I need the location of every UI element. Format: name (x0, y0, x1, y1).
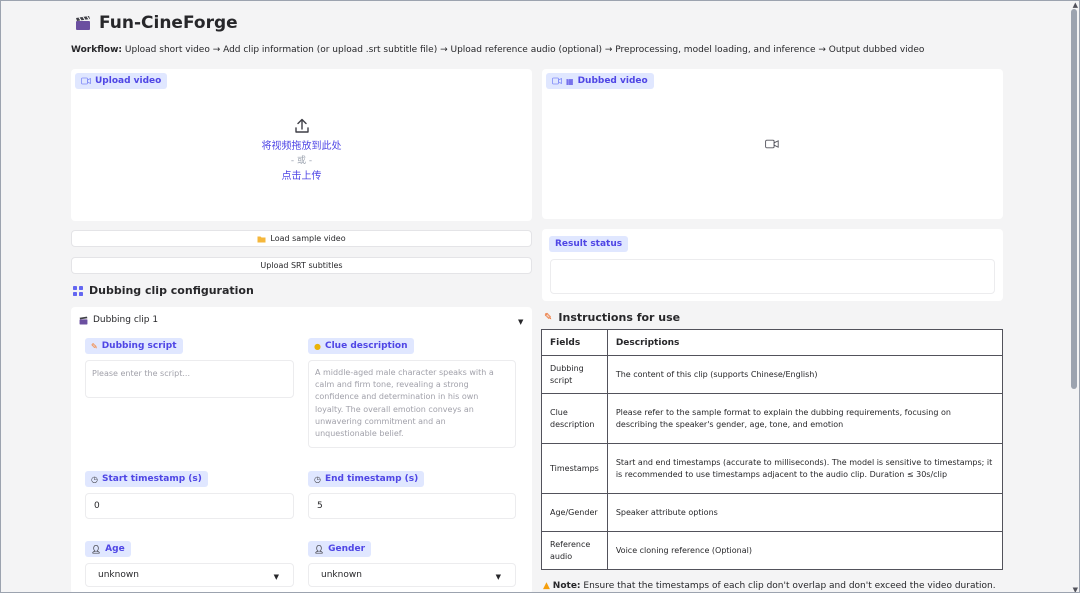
dubbing-clip-panel: Dubbing clip 1 ▼ ✎ Dubbing script Please… (71, 307, 532, 592)
table-row: Reference audio Voice cloning reference … (541, 531, 1004, 570)
film-icon: ▦ (566, 76, 574, 86)
table-row: Dubbing script The content of this clip … (541, 355, 1004, 394)
person-icon: 👤︎ (314, 544, 325, 554)
gender-select[interactable]: unknown ▼ (308, 563, 516, 587)
clapperboard-icon (76, 16, 90, 30)
gender-label: 👤︎ Gender (308, 541, 372, 557)
dubbing-script-input[interactable]: Please enter the script... (85, 360, 294, 398)
caret-down-icon[interactable]: ▼ (518, 318, 523, 326)
video-dropzone[interactable]: 将视频拖放到此处 - 或 - 点击上传 (71, 69, 532, 221)
upload-video-panel[interactable]: Upload video 将视频拖放到此处 - 或 - 点击上传 (71, 69, 532, 221)
table-row: Timestamps Start and end timestamps (acc… (541, 443, 1004, 494)
age-label: 👤︎ Age (85, 541, 131, 557)
memo-icon: ✎ (544, 312, 553, 323)
upload-srt-button[interactable]: Upload SRT subtitles (71, 257, 532, 274)
start-timestamp-label: ◷ Start timestamp (s) (85, 471, 208, 487)
click-upload-link[interactable]: 点击上传 (282, 169, 322, 184)
note-text: ▲ Note: Ensure that the timestamps of ea… (543, 581, 996, 591)
app-window: Fun-CineForge Workflow: Upload short vid… (0, 0, 1080, 593)
result-status-panel: Result status (542, 229, 1003, 301)
start-timestamp-input[interactable]: 0 (85, 493, 294, 519)
age-select[interactable]: unknown ▼ (85, 563, 294, 587)
table-row: Age/Gender Speaker attribute options (541, 493, 1004, 532)
clip-title: Dubbing clip 1 (93, 315, 159, 325)
bulb-icon: ● (314, 341, 321, 351)
folder-icon (257, 236, 266, 242)
instructions-table: Fields Descriptions Dubbing script The c… (541, 329, 1004, 570)
caret-down-icon: ▼ (495, 573, 501, 581)
memo-icon: ✎ (91, 341, 98, 351)
workflow-text: Upload short video → Add clip informatio… (124, 45, 925, 55)
dubbed-video-panel: ▦ Dubbed video (542, 69, 1003, 219)
scroll-down-icon[interactable]: ▼ (1073, 586, 1078, 592)
table-row: Clue description Please refer to the sam… (541, 393, 1004, 444)
end-timestamp-input[interactable]: 5 (308, 493, 516, 519)
page-scrollbar[interactable]: ▲ ▼ (1069, 1, 1079, 592)
drop-text: 将视频拖放到此处 (261, 140, 342, 152)
app-title: Fun-CineForge (75, 13, 238, 33)
scroll-up-icon[interactable]: ▲ (1073, 1, 1078, 9)
instructions-title: ✎ Instructions for use (544, 311, 681, 324)
workflow-label: Workflow: (71, 45, 122, 55)
or-text: - 或 - (290, 155, 313, 166)
dubbing-script-label: ✎ Dubbing script (85, 338, 183, 354)
dubbing-config-title: Dubbing clip configuration (73, 284, 254, 297)
video-camera-icon (765, 139, 779, 149)
workflow-description: Workflow: Upload short video → Add clip … (71, 45, 924, 55)
dubbed-video-label: ▦ Dubbed video (546, 73, 654, 89)
table-header-row: Fields Descriptions (541, 329, 1004, 356)
clue-description-input[interactable]: A middle-aged male character speaks with… (308, 360, 516, 448)
upload-icon (294, 118, 309, 133)
clapperboard-icon (79, 316, 88, 324)
warning-icon: ▲ (543, 581, 550, 591)
load-sample-video-button[interactable]: Load sample video (71, 230, 532, 247)
stopwatch-icon: ◷ (314, 474, 321, 484)
scrollbar-thumb[interactable] (1071, 9, 1077, 389)
clue-description-label: ● Clue description (308, 338, 414, 354)
grid-icon (73, 285, 83, 296)
stopwatch-icon: ◷ (91, 474, 98, 484)
result-status-label: Result status (549, 236, 629, 252)
caret-down-icon: ▼ (273, 573, 279, 581)
person-icon: 👤︎ (91, 544, 102, 554)
result-status-output (550, 259, 995, 294)
page-title: Fun-CineForge (99, 13, 238, 33)
end-timestamp-label: ◷ End timestamp (s) (308, 471, 425, 487)
video-camera-icon (552, 77, 562, 85)
header-descriptions: Descriptions (606, 329, 1004, 356)
header-fields: Fields (541, 329, 608, 356)
clip-accordion-header[interactable]: Dubbing clip 1 (79, 315, 158, 325)
